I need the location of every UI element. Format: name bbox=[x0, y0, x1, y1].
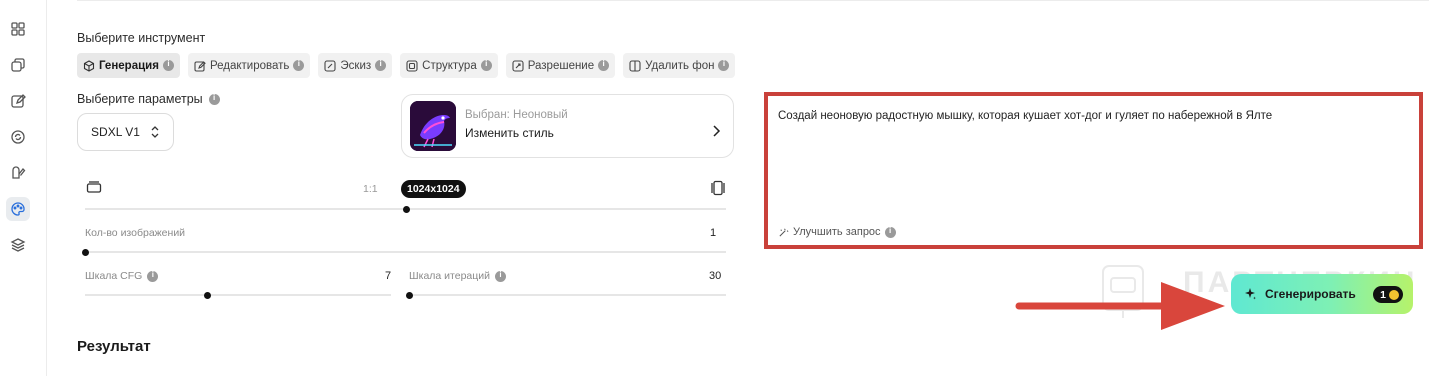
style-selected-label: Выбран: Неоновый bbox=[465, 109, 568, 121]
count-slider-track[interactable] bbox=[85, 251, 726, 253]
improve-prompt-button[interactable]: Улучшить запрос bbox=[778, 226, 896, 238]
sparkle-icon bbox=[1245, 288, 1256, 300]
annotation-arrow bbox=[1015, 282, 1225, 330]
info-icon[interactable] bbox=[147, 270, 159, 282]
model-value: SDXL V1 bbox=[91, 125, 140, 139]
cfg-label-row: Шкала CFG bbox=[85, 270, 159, 282]
cfg-label: Шкала CFG bbox=[85, 270, 143, 282]
divider bbox=[77, 0, 1429, 1]
tab-generation[interactable]: Генерация bbox=[77, 53, 180, 78]
grid-icon[interactable] bbox=[6, 17, 30, 41]
magic-wand-icon bbox=[779, 227, 789, 237]
params-label-row: Выберите параметры bbox=[77, 92, 220, 106]
info-icon[interactable] bbox=[375, 59, 387, 71]
iterations-label-row: Шкала итераций bbox=[409, 270, 506, 282]
cube-icon bbox=[83, 59, 95, 72]
style-thumbnail bbox=[410, 101, 456, 151]
resolution-icon bbox=[512, 59, 524, 72]
stack-icon[interactable] bbox=[6, 233, 30, 257]
model-select[interactable]: SDXL V1 bbox=[77, 113, 174, 151]
tab-label: Генерация bbox=[99, 59, 159, 72]
generate-label: Сгенерировать bbox=[1265, 287, 1356, 301]
tab-remove-bg[interactable]: Удалить фон bbox=[623, 53, 736, 78]
tool-label: Выберите инструмент bbox=[77, 31, 206, 45]
tab-label: Структура bbox=[422, 59, 477, 72]
cfg-slider-handle[interactable] bbox=[204, 292, 212, 299]
style-selector[interactable]: Выбран: Неоновый Изменить стиль bbox=[401, 94, 734, 158]
tab-label: Удалить фон bbox=[645, 59, 715, 72]
portrait-ratio-icon[interactable] bbox=[711, 180, 725, 196]
edit-icon[interactable] bbox=[6, 89, 30, 113]
tab-structure[interactable]: Структура bbox=[400, 53, 498, 78]
palette-icon[interactable] bbox=[6, 197, 30, 221]
main-panel: Выберите инструмент Генерация Редактиров… bbox=[47, 0, 1429, 376]
iterations-slider-handle[interactable] bbox=[406, 292, 413, 299]
count-label: Кол-во изображений bbox=[85, 227, 186, 239]
remove-bg-icon bbox=[629, 59, 641, 72]
credit-cost-badge: 1 bbox=[1373, 286, 1403, 303]
info-icon[interactable] bbox=[208, 93, 220, 105]
sketch-icon bbox=[324, 59, 336, 72]
structure-icon bbox=[406, 59, 418, 72]
info-icon[interactable] bbox=[884, 226, 896, 238]
tool-tabs: Генерация Редактировать Эскиз Структура … bbox=[77, 53, 736, 78]
iterations-value: 30 bbox=[709, 270, 722, 282]
tab-sketch[interactable]: Эскиз bbox=[318, 53, 393, 78]
change-style-label: Изменить стиль bbox=[465, 126, 554, 140]
prompt-textarea[interactable]: Создай неоновую радостную мышку, которая… bbox=[764, 92, 1423, 249]
iterations-slider-track[interactable] bbox=[409, 294, 726, 296]
chevron-updown-icon bbox=[151, 126, 159, 138]
cfg-value: 7 bbox=[385, 270, 392, 282]
info-icon[interactable] bbox=[162, 59, 174, 71]
count-value: 1 bbox=[710, 227, 717, 239]
generate-button[interactable]: Сгенерировать 1 bbox=[1231, 274, 1413, 314]
landscape-ratio-icon[interactable] bbox=[86, 181, 102, 195]
icon-sidebar bbox=[0, 0, 47, 376]
pencil-box-icon bbox=[194, 60, 206, 72]
count-slider-handle[interactable] bbox=[82, 249, 89, 256]
cfg-slider-track[interactable] bbox=[85, 294, 391, 296]
tab-label: Эскиз bbox=[340, 59, 372, 72]
tab-label: Редактировать bbox=[209, 59, 290, 72]
refresh-icon[interactable] bbox=[6, 125, 30, 149]
coin-icon bbox=[1389, 289, 1399, 300]
info-icon[interactable] bbox=[293, 59, 305, 71]
tab-resolution[interactable]: Разрешение bbox=[505, 53, 616, 78]
size-slider-handle[interactable] bbox=[402, 206, 410, 213]
ratio-label: 1:1 bbox=[363, 183, 378, 195]
chevron-right-icon bbox=[713, 125, 721, 137]
prompt-text: Создай неоновую радостную мышку, которая… bbox=[778, 110, 1273, 122]
credit-cost: 1 bbox=[1380, 288, 1386, 301]
info-icon[interactable] bbox=[718, 59, 730, 71]
info-icon[interactable] bbox=[495, 270, 506, 282]
params-label: Выберите параметры bbox=[77, 92, 203, 106]
result-title: Результат bbox=[77, 338, 151, 355]
resolution-badge: 1024x1024 bbox=[401, 180, 466, 198]
improve-label: Улучшить запрос bbox=[793, 226, 881, 238]
iterations-label: Шкала итераций bbox=[409, 270, 490, 282]
info-icon[interactable] bbox=[480, 59, 492, 71]
tab-label: Разрешение bbox=[527, 59, 595, 72]
sparkle-pen-icon[interactable] bbox=[6, 161, 30, 185]
tab-edit[interactable]: Редактировать bbox=[187, 53, 311, 78]
info-icon[interactable] bbox=[598, 59, 610, 71]
layers-copy-icon[interactable] bbox=[6, 53, 30, 77]
